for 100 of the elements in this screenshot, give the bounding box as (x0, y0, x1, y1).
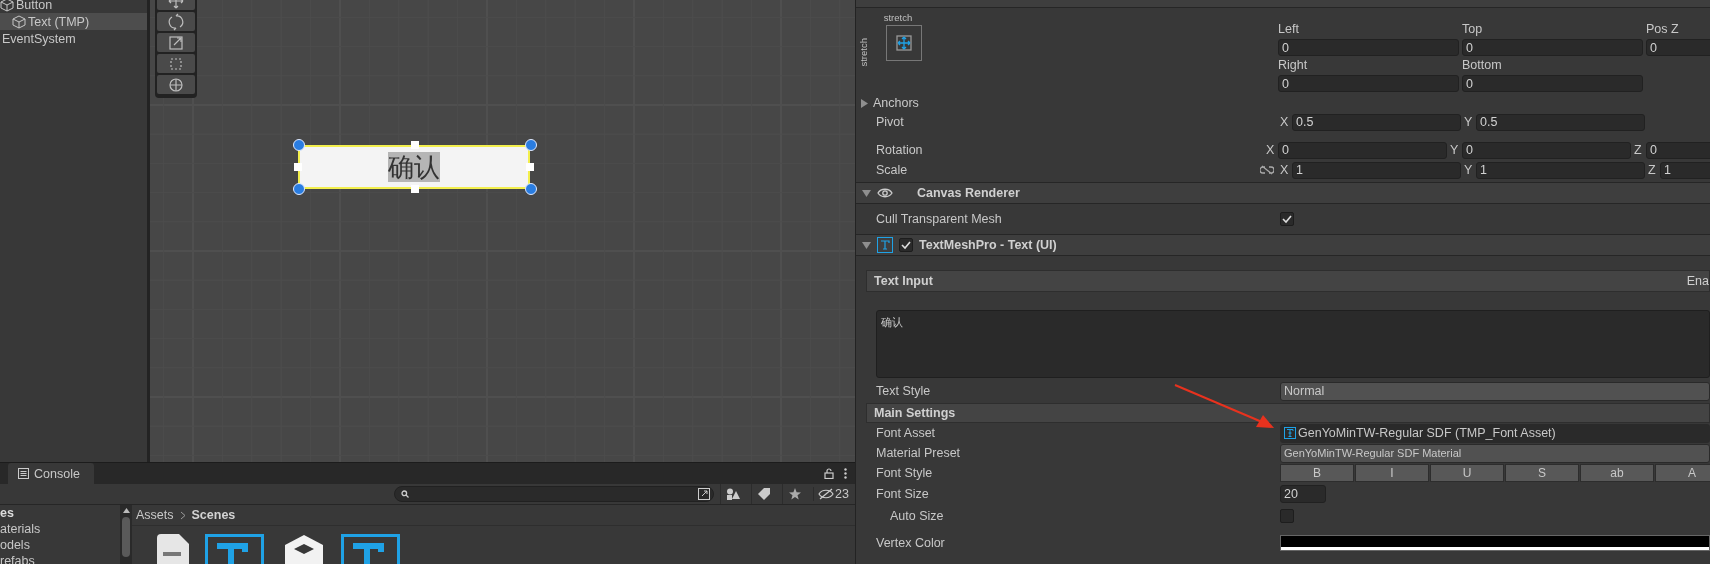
tool-button[interactable] (157, 12, 195, 31)
property-label: Text Style (876, 384, 932, 398)
expanded-arrow-icon[interactable] (862, 188, 871, 198)
number-field[interactable]: 1 (1292, 161, 1461, 179)
search-icon (401, 490, 410, 498)
font-size-field[interactable]: 20 (1280, 485, 1326, 503)
foldout-label[interactable]: Anchors (873, 96, 919, 110)
folder-item[interactable]: odels (0, 538, 120, 554)
property-label: Vertex Color (876, 536, 946, 550)
font-asset-icon (1284, 427, 1296, 439)
property-label: Scale (876, 163, 909, 177)
hierarchy-item[interactable]: Button (0, 0, 147, 13)
field-label: Bottom (1462, 58, 1503, 74)
chevron-icon (179, 510, 186, 520)
tool-button[interactable] (157, 54, 195, 73)
transform-icon (167, 75, 185, 94)
anchor-handle[interactable] (293, 139, 305, 151)
property-label: Font Style (876, 466, 934, 480)
hierarchy-item[interactable]: EventSystem (0, 30, 147, 47)
axis-label: Y (1464, 163, 1474, 177)
number-field[interactable]: 0.5 (1476, 113, 1645, 131)
hidden-count: 23 (835, 487, 849, 501)
tool-button[interactable] (157, 75, 195, 94)
number-field[interactable]: 0 (1462, 39, 1643, 56)
tool-button[interactable] (157, 0, 195, 10)
hierarchy-item[interactable]: Text (TMP) (0, 13, 147, 30)
document-icon[interactable] (157, 534, 189, 564)
property-label: Cull Transparent Mesh (876, 212, 1003, 226)
more-icon[interactable] (844, 468, 847, 479)
field-label: Top (1462, 22, 1484, 38)
anchor-label: stretch (883, 12, 913, 23)
font-style-button[interactable]: U (1430, 464, 1504, 482)
rotate-icon (167, 12, 185, 31)
number-field[interactable]: 0 (1462, 75, 1643, 92)
font-style-button[interactable]: A (1655, 464, 1710, 482)
section-header: Text Input (874, 274, 933, 288)
anchor-handle[interactable] (525, 139, 537, 151)
text-style-dropdown[interactable]: Normal (1280, 381, 1710, 401)
component-title: TextMeshPro - Text (UI) (919, 238, 1057, 252)
font-style-button[interactable]: I (1355, 464, 1429, 482)
console-tab[interactable]: Console (8, 463, 94, 484)
checkbox[interactable] (1280, 212, 1294, 226)
number-field[interactable]: 0 (1646, 39, 1710, 56)
collapsed-arrow-icon[interactable] (860, 98, 869, 108)
number-field[interactable]: 0 (1278, 75, 1459, 92)
axis-label: Z (1634, 143, 1643, 157)
expanded-arrow-icon[interactable] (862, 240, 871, 250)
tag-icon[interactable] (758, 488, 771, 500)
font-asset-icon[interactable] (341, 534, 403, 564)
axis-label: X (1266, 143, 1276, 157)
cube-icon[interactable] (283, 534, 325, 564)
number-field[interactable]: 1 (1476, 161, 1645, 179)
component-title: Canvas Renderer (917, 186, 1020, 200)
resize-handle[interactable] (294, 163, 302, 171)
anchor-preset-button[interactable] (886, 25, 922, 61)
number-field[interactable]: 0 (1646, 141, 1710, 159)
window-icon[interactable] (698, 488, 711, 500)
font-style-button[interactable]: S (1505, 464, 1579, 482)
search-field[interactable] (394, 486, 715, 502)
breadcrumb-item[interactable]: Scenes (191, 508, 236, 522)
number-field[interactable]: 0 (1462, 141, 1631, 159)
tool-button[interactable] (157, 33, 195, 52)
resize-handle[interactable] (411, 185, 419, 193)
property-label: Font Asset (876, 426, 937, 440)
axis-label: Y (1464, 115, 1474, 129)
font-style-button[interactable]: B (1280, 464, 1354, 482)
resize-handle[interactable] (411, 141, 419, 149)
shapes-icon[interactable] (726, 488, 741, 500)
eye-icon (877, 187, 893, 199)
checkbox[interactable] (1280, 509, 1294, 523)
scroll-up-icon[interactable] (122, 508, 130, 513)
number-field[interactable]: 0.5 (1292, 113, 1461, 131)
material-dropdown[interactable]: GenYoMinTW-Regular SDF Material (1280, 443, 1710, 463)
number-field[interactable]: 0 (1278, 141, 1447, 159)
scrollbar-thumb[interactable] (122, 517, 130, 557)
breadcrumb-item[interactable]: Assets (136, 508, 174, 522)
number-field[interactable]: 1 (1660, 161, 1710, 179)
stretch-icon (894, 33, 914, 53)
folder-item[interactable]: aterials (0, 522, 120, 538)
axis-label: Y (1450, 143, 1460, 157)
button-label: 确认 (388, 152, 440, 182)
text-input-area[interactable]: 确认 (876, 310, 1710, 378)
unlink-icon[interactable] (1260, 165, 1274, 175)
anchor-handle[interactable] (525, 183, 537, 195)
font-asset-icon[interactable] (205, 534, 267, 564)
font-style-button[interactable]: ab (1580, 464, 1654, 482)
resize-handle[interactable] (526, 163, 534, 171)
property-label: Material Preset (876, 446, 962, 460)
text-component-icon (877, 237, 893, 253)
star-icon[interactable] (789, 488, 802, 500)
checkbox[interactable] (899, 238, 913, 252)
anchor-handle[interactable] (293, 183, 305, 195)
lock-icon[interactable] (824, 468, 834, 479)
color-field[interactable] (1280, 535, 1710, 551)
number-field[interactable]: 0 (1278, 39, 1459, 56)
field-label: Left (1278, 22, 1300, 38)
axis-label: Z (1648, 163, 1657, 177)
hidden-eye-icon[interactable] (818, 488, 835, 500)
folder-item[interactable]: es (0, 506, 120, 522)
font-asset-field[interactable]: GenYoMinTW-Regular SDF (TMP_Font Asset) (1280, 423, 1710, 443)
